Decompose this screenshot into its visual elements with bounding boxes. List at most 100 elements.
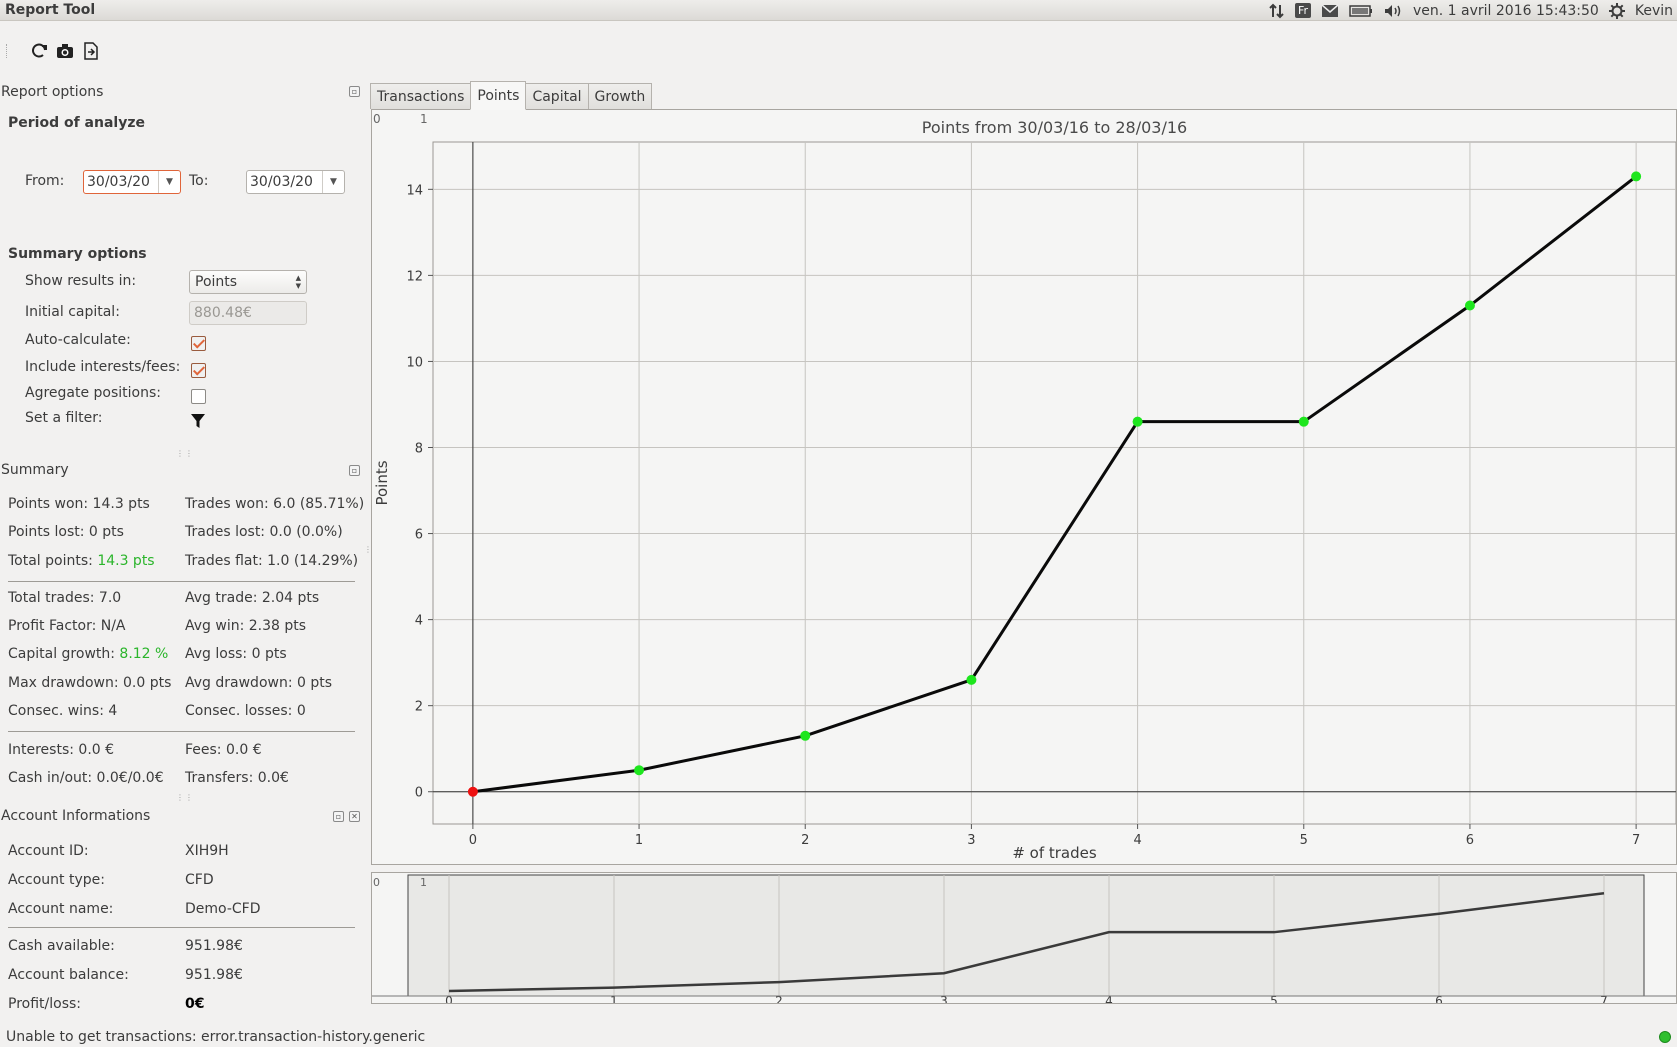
connection-status-icon	[1659, 1031, 1671, 1043]
from-date-field[interactable]: 30/03/20 ▼	[83, 170, 181, 194]
divider	[8, 581, 355, 582]
y-tick-label: 10	[406, 355, 423, 370]
camera-icon[interactable]	[55, 41, 75, 61]
float-dock-button[interactable]: ▫	[349, 86, 360, 97]
x-tick-label: 7	[1632, 833, 1640, 848]
navigator-tick-label: 5	[1270, 994, 1278, 1003]
data-point	[1132, 416, 1143, 427]
mail-icon[interactable]	[1321, 3, 1339, 18]
network-icon[interactable]	[1269, 3, 1285, 19]
avg-loss: Avg loss: 0 pts	[185, 646, 287, 662]
period-section-label: Period of analyze	[8, 115, 145, 131]
total-trades: Total trades: 7.0	[8, 590, 122, 606]
cash-inout: Cash in/out: 0.0€/0.0€	[8, 770, 164, 786]
data-point	[1631, 171, 1642, 182]
auto-calc-checkbox[interactable]	[191, 336, 206, 351]
plot-area	[432, 141, 1677, 825]
data-point	[634, 765, 645, 776]
show-results-value[interactable]: Points	[195, 274, 237, 290]
initial-capital-label: Initial capital:	[25, 304, 120, 320]
y-tick-label: 6	[415, 528, 423, 543]
profit-loss-label: Profit/loss:	[8, 996, 81, 1012]
x-tick-label: 2	[801, 833, 809, 848]
total-points-value: 14.3 pts	[97, 553, 155, 569]
avg-win: Avg win: 2.38 pts	[185, 618, 307, 634]
navigator-tick-label: 1	[610, 994, 618, 1003]
battery-icon[interactable]	[1349, 4, 1373, 18]
navigator-selection	[407, 874, 1645, 997]
splitter-handle[interactable]: ⋮⋮	[176, 449, 194, 458]
export-icon[interactable]	[81, 41, 101, 61]
navigator-tick-label: 2	[775, 994, 783, 1003]
report-options-title: Report options	[1, 84, 104, 100]
tab-transactions[interactable]: Transactions	[370, 83, 472, 109]
show-results-label: Show results in:	[25, 273, 137, 289]
chevron-down-icon[interactable]: ▼	[322, 171, 344, 193]
show-results-select[interactable]: Points ▲ ▼	[189, 270, 307, 294]
points-won: Points won: 14.3 pts	[8, 496, 150, 512]
clock[interactable]: ven. 1 avril 2016 15:43:50	[1413, 3, 1599, 19]
navigator-tick-label: 4	[1105, 994, 1113, 1003]
account-balance-label: Account balance:	[8, 967, 129, 983]
points-chart[interactable]: 0 1 2 3 4 5 6 7024681012140 1 Points from 30/03/1…	[372, 110, 1677, 864]
profit-loss-value: 0€	[185, 996, 205, 1012]
tab-growth[interactable]: Growth	[587, 83, 653, 109]
account-type-label: Account type:	[8, 872, 105, 888]
filter-icon[interactable]	[190, 413, 206, 433]
max-drawdown: Max drawdown: 0.0 pts	[8, 675, 172, 691]
chevron-down-icon[interactable]: ▼	[158, 171, 180, 193]
x-tick-label: 5	[1300, 833, 1308, 848]
to-date-value[interactable]: 30/03/20	[247, 174, 317, 190]
toolbar-grip[interactable]	[6, 44, 9, 58]
tab-points[interactable]: Points	[470, 81, 527, 110]
capital-growth: Capital growth: 8.12 %	[8, 646, 168, 662]
y-tick-label: 2	[415, 700, 423, 715]
filter-label: Set a filter:	[25, 410, 103, 426]
navigator-tick-label: 0	[445, 994, 453, 1003]
data-point	[1298, 416, 1309, 427]
y-tick-label: 4	[415, 614, 423, 629]
x-axis-label: # of trades	[1012, 844, 1097, 862]
float-dock-button[interactable]: ▫	[349, 465, 360, 476]
tab-capital[interactable]: Capital	[525, 83, 589, 109]
report-tabs: Transactions Points Capital Growth	[370, 81, 653, 110]
navigator-tick-label: 7	[1600, 994, 1608, 1003]
account-id-label: Account ID:	[8, 843, 89, 859]
to-date-field[interactable]: 30/03/20 ▼	[246, 170, 345, 194]
x-tick-label: 4	[1133, 833, 1141, 848]
system-top-bar: Report Tool Fr ven. 1 avril 2016 15:43:5…	[0, 0, 1677, 21]
include-fees-checkbox[interactable]	[191, 363, 206, 378]
initial-capital-field: 880.48€	[189, 301, 307, 325]
chart-navigator-frame: 0 1 2 3 4 5 6 7 0 1	[371, 872, 1677, 1008]
navigator-corner-label-0: 0	[373, 876, 380, 889]
consec-wins: Consec. wins: 4	[8, 703, 118, 719]
chart-title: Points from 30/03/16 to 28/03/16	[922, 118, 1187, 137]
status-bar: Unable to get transactions: error.transa…	[0, 1026, 1677, 1047]
aggregate-label: Agregate positions:	[25, 385, 162, 401]
from-date-value[interactable]: 30/03/20	[84, 174, 154, 190]
volume-icon[interactable]	[1383, 3, 1403, 19]
refresh-icon[interactable]	[29, 41, 49, 61]
close-icon[interactable]: ✕	[349, 811, 360, 822]
aggregate-checkbox[interactable]	[191, 389, 206, 404]
data-point	[966, 674, 977, 685]
navigator-tick-label: 3	[940, 994, 948, 1003]
account-balance-value: 951.98€	[185, 967, 243, 983]
account-name-label: Account name:	[8, 901, 114, 917]
y-axis-label: Points	[373, 460, 391, 505]
account-type-value: CFD	[185, 872, 214, 888]
keyboard-language-indicator[interactable]: Fr	[1294, 3, 1311, 18]
trades-won: Trades won: 6.0 (85.71%)	[185, 496, 365, 512]
float-dock-button[interactable]: ▫	[333, 811, 344, 822]
settings-gear-icon[interactable]	[1608, 2, 1625, 19]
spin-arrows-icon[interactable]: ▲ ▼	[296, 274, 301, 290]
divider	[8, 731, 355, 732]
chart-navigator[interactable]: 0 1 2 3 4 5 6 7 0 1	[372, 873, 1676, 1008]
x-tick-label: 3	[967, 833, 975, 848]
initial-capital-value: 880.48€	[194, 305, 252, 321]
corner-label-0: 0	[373, 112, 381, 126]
divider	[8, 927, 355, 928]
splitter-handle[interactable]: ⋮⋮	[176, 793, 194, 802]
y-tick-label: 14	[406, 183, 423, 198]
user-name[interactable]: Kevin	[1635, 3, 1673, 19]
